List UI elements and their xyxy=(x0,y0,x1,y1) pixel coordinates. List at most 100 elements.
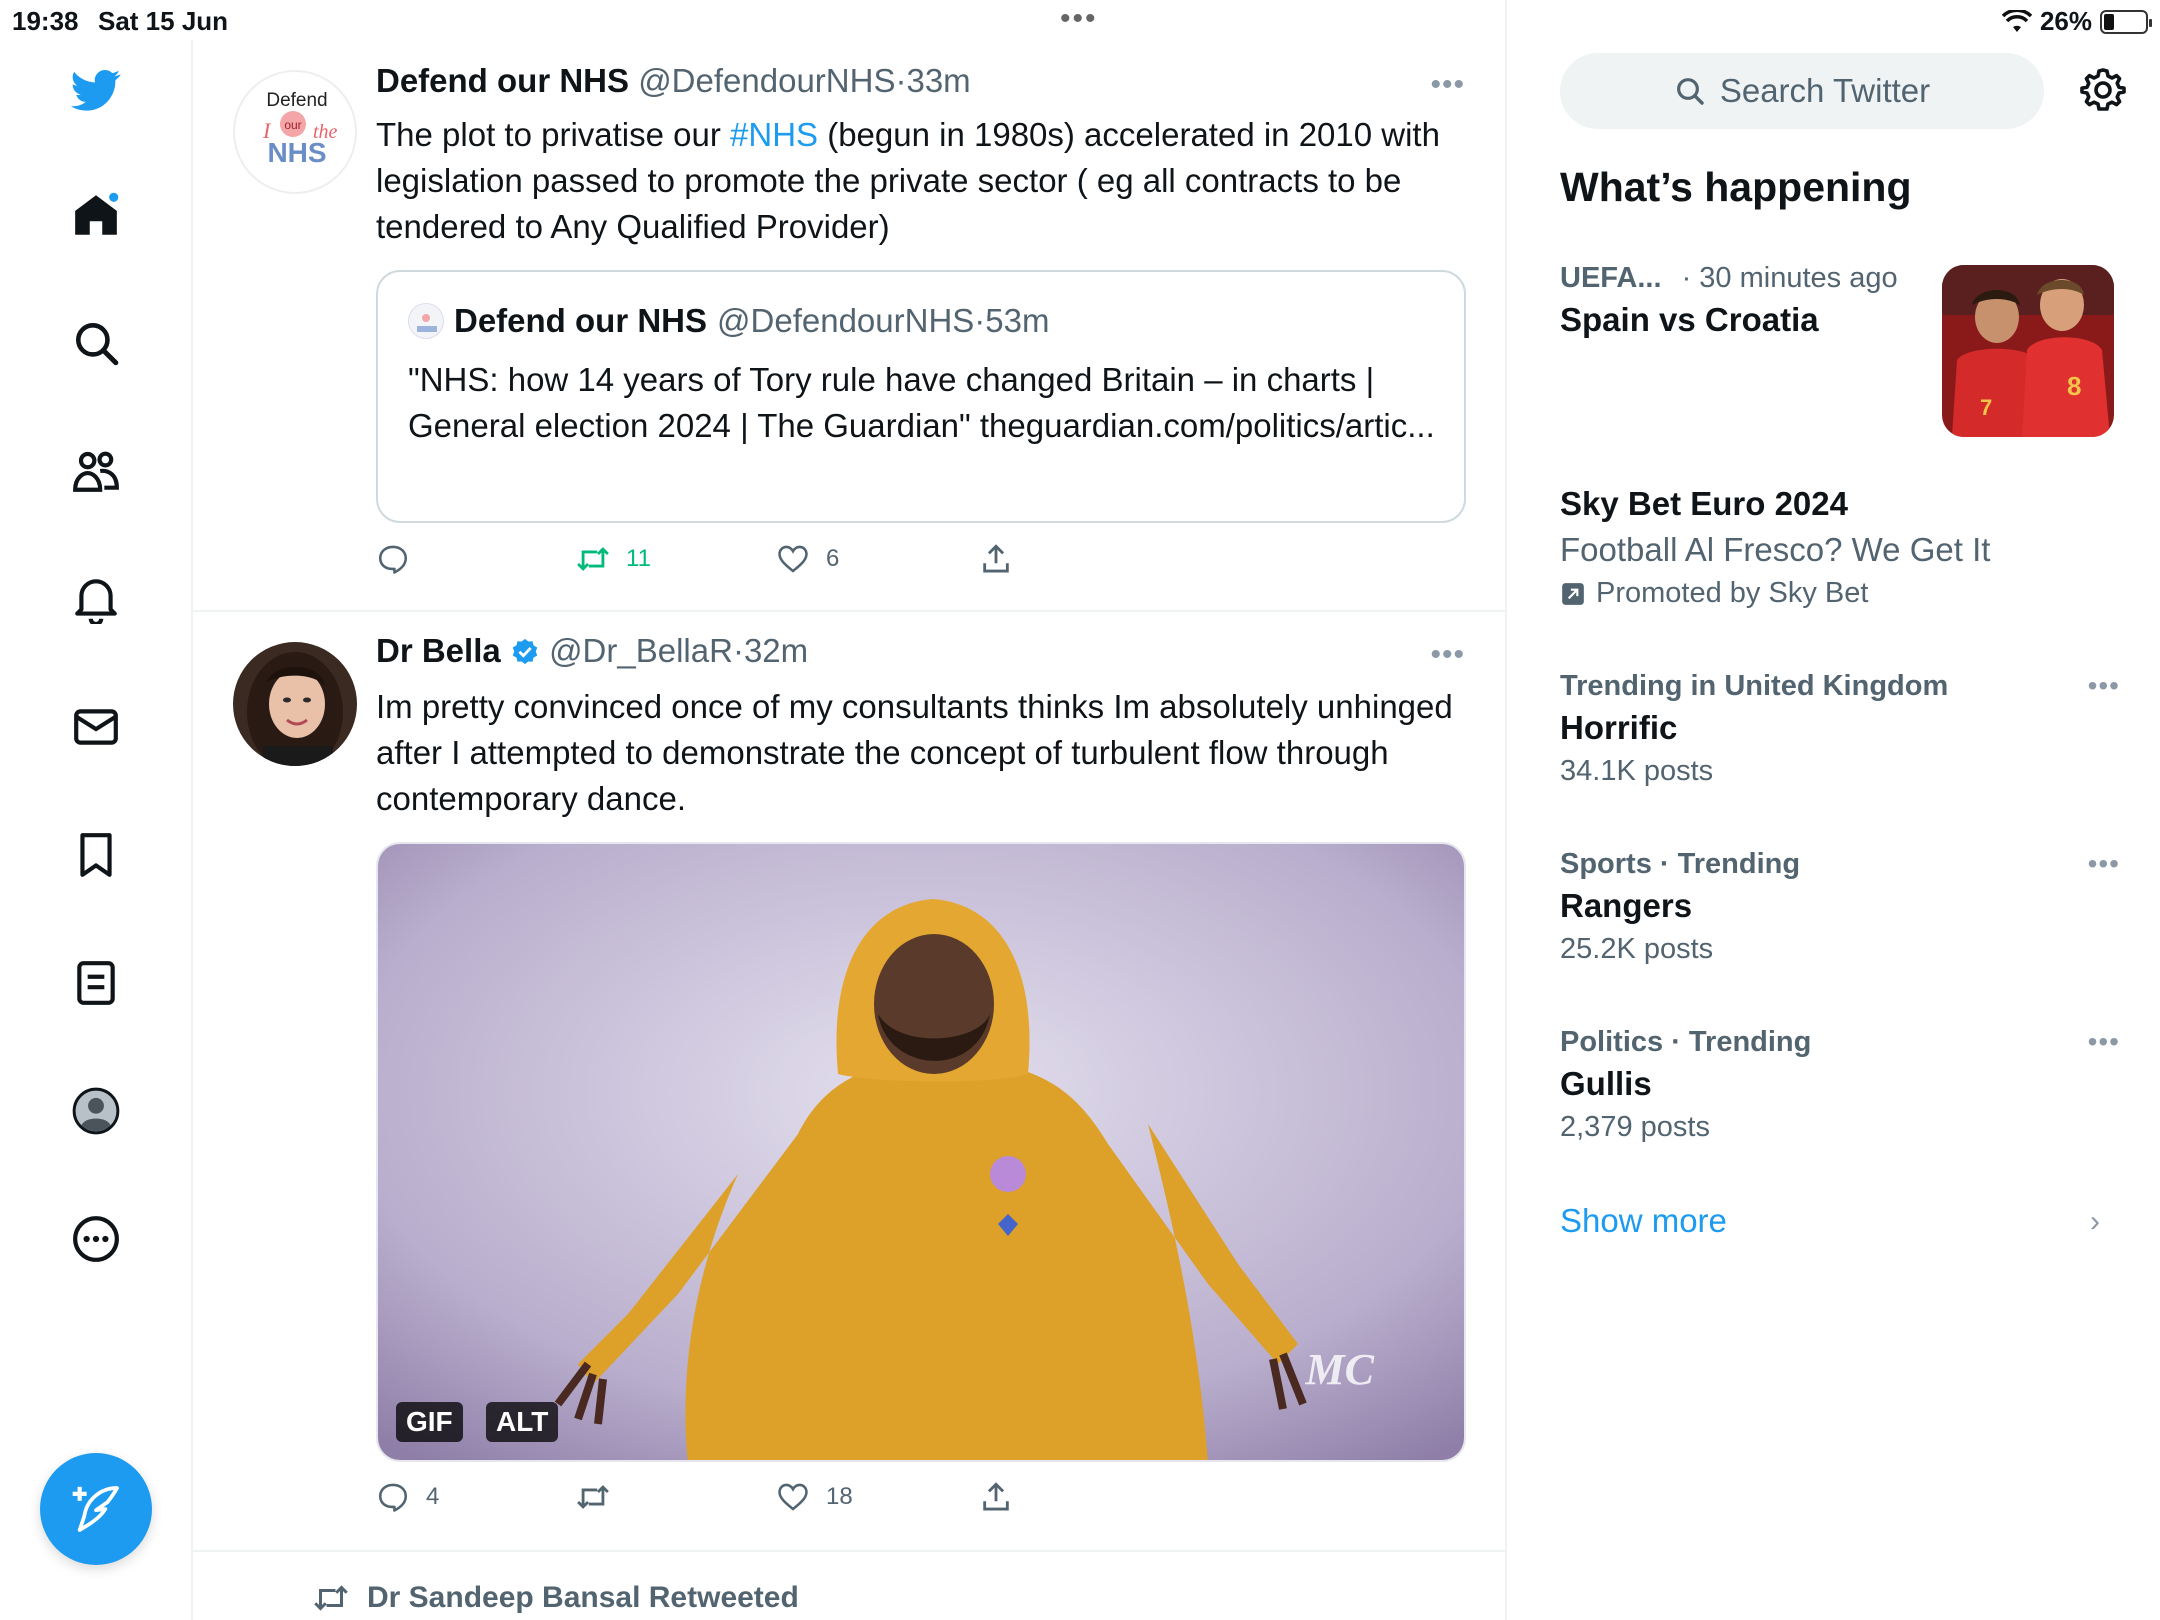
communities-icon[interactable] xyxy=(66,441,126,501)
trend-item[interactable]: Sports · Trending Rangers 25.2K posts ••… xyxy=(1560,848,2120,966)
svg-text:7: 7 xyxy=(1980,395,1992,420)
left-nav xyxy=(0,40,193,1620)
bookmarks-icon[interactable] xyxy=(66,825,126,885)
verified-badge-icon xyxy=(512,638,538,665)
profile-avatar-icon[interactable] xyxy=(66,1081,126,1141)
search-icon[interactable] xyxy=(66,313,126,373)
trend-item[interactable]: UEFA... · 30 minutes ago Spain vs Croati… xyxy=(1560,262,1940,339)
show-more-link[interactable]: Show more xyxy=(1560,1202,1727,1240)
header-separator: · xyxy=(732,632,744,669)
promoted-icon xyxy=(1562,582,1584,605)
svg-text:8: 8 xyxy=(2067,371,2081,401)
retweet-icon xyxy=(577,1485,609,1509)
retweet-icon xyxy=(314,1585,348,1611)
avatar-text-top: Defend xyxy=(266,90,327,111)
gif-badge: GIF xyxy=(396,1402,463,1442)
messages-envelope-icon[interactable] xyxy=(66,697,126,757)
like-button[interactable]: 6 xyxy=(776,542,839,576)
heart-icon xyxy=(778,545,808,573)
retweet-button[interactable]: 11 xyxy=(576,542,651,576)
tweet-actions: 11 6 xyxy=(376,542,1076,582)
lists-icon[interactable] xyxy=(66,953,126,1013)
reply-count: 4 xyxy=(426,1483,440,1510)
tweet-text: Im pretty convinced once of my consultan… xyxy=(376,688,1453,817)
trend-topic: Rangers xyxy=(1560,887,1693,924)
trend-more-icon[interactable]: ••• xyxy=(2088,848,2120,880)
tweet-more-icon[interactable]: ••• xyxy=(1430,638,1465,672)
share-icon xyxy=(983,1482,1009,1511)
like-count: 6 xyxy=(826,545,840,572)
share-icon xyxy=(983,544,1009,573)
trend-more-icon[interactable]: ••• xyxy=(2088,670,2120,702)
promoted-by: Promoted by Sky Bet xyxy=(1560,577,2120,610)
trend-meta: UEFA... · 30 minutes ago xyxy=(1560,262,1940,295)
tweet-more-icon[interactable]: ••• xyxy=(1430,68,1465,102)
quoted-header-separator: · xyxy=(974,302,986,339)
quoted-avatar xyxy=(408,303,444,339)
trend-meta: Politics · Trending xyxy=(1560,1026,1812,1058)
settings-gear-icon[interactable] xyxy=(2079,66,2127,114)
trend-item[interactable]: Politics · Trending Gullis 2,379 posts •… xyxy=(1560,1026,2120,1144)
reply-button[interactable]: 4 xyxy=(376,1480,439,1514)
gif-media[interactable]: MC GIF ALT xyxy=(376,842,1466,1462)
avatar[interactable] xyxy=(233,642,357,766)
retweet-count: 11 xyxy=(626,545,651,572)
trend-meta: Trending in United Kingdom xyxy=(1560,670,1949,702)
quoted-tweet-header: Defend our NHS @DefendourNHS·53m xyxy=(408,302,1050,340)
author-name[interactable]: Defend our NHS xyxy=(376,62,629,99)
gif-watermark: MC xyxy=(1305,1345,1374,1394)
tweet-text-start: The plot to privatise our xyxy=(376,116,731,153)
tweet-actions: 4 18 xyxy=(376,1480,1076,1520)
quoted-tweet-time: 53m xyxy=(985,302,1050,339)
trend-time: · 30 minutes ago xyxy=(1681,262,1898,294)
heart-icon xyxy=(778,1483,808,1511)
retweet-button[interactable] xyxy=(576,1480,626,1514)
promoted-trend[interactable]: Sky Bet Euro 2024 Football Al Fresco? We… xyxy=(1560,485,2120,610)
right-sidebar: Search Twitter What’s happening UEFA... … xyxy=(1509,0,2160,1620)
trend-more-icon[interactable]: ••• xyxy=(2088,1026,2120,1058)
retweeted-by-row[interactable]: Dr Sandeep Bansal Retweeted xyxy=(313,1580,799,1616)
tweet-time[interactable]: 33m xyxy=(906,62,970,99)
trend-topic: Sky Bet Euro 2024 xyxy=(1560,485,1848,522)
twitter-logo-icon[interactable] xyxy=(66,60,126,120)
tweet[interactable]: Defend our I the NHS Defend our NHS @Def… xyxy=(193,0,1505,612)
reply-icon xyxy=(378,1483,408,1512)
alt-text-badge[interactable]: ALT xyxy=(486,1402,559,1442)
trend-topic: Spain vs Croatia xyxy=(1560,301,1819,338)
quoted-tweet[interactable]: Defend our NHS @DefendourNHS·53m "NHS: h… xyxy=(376,270,1466,523)
hashtag-link[interactable]: #NHS xyxy=(730,116,818,153)
trend-topic: Horrific xyxy=(1560,709,1678,746)
home-icon[interactable] xyxy=(66,185,126,245)
trend-thumbnail[interactable]: 8 7 xyxy=(1942,265,2114,437)
share-button[interactable] xyxy=(979,542,1013,576)
whats-happening-title: What’s happening xyxy=(1560,164,1912,210)
tweet[interactable]: Dr Bella @Dr_BellaR·32m ••• Im pretty co… xyxy=(193,612,1505,1552)
like-button[interactable]: 18 xyxy=(776,1480,853,1514)
tweet-text: The plot to privatise our #NHS (begun in… xyxy=(376,112,1476,250)
search-input[interactable]: Search Twitter xyxy=(1560,53,2044,129)
avatar-text-middle: our xyxy=(284,118,301,132)
author-handle[interactable]: @Dr_BellaR xyxy=(549,632,733,669)
avatar[interactable]: Defend our I the NHS xyxy=(233,70,357,194)
compose-tweet-button[interactable] xyxy=(40,1453,152,1565)
trend-topic: Gullis xyxy=(1560,1065,1652,1102)
search-placeholder: Search Twitter xyxy=(1719,72,1931,109)
search-icon xyxy=(1676,78,1704,105)
tweet-header: Dr Bella @Dr_BellaR·32m xyxy=(376,632,808,670)
author-handle[interactable]: @DefendourNHS xyxy=(638,62,895,99)
more-options-icon[interactable] xyxy=(66,1209,126,1269)
reply-icon xyxy=(378,545,408,574)
reply-button[interactable] xyxy=(376,542,426,576)
author-name[interactable]: Dr Bella xyxy=(376,632,501,669)
trend-item[interactable]: Trending in United Kingdom Horrific 34.1… xyxy=(1560,670,2120,788)
like-count: 18 xyxy=(826,1483,853,1510)
retweeted-by-label: Dr Sandeep Bansal Retweeted xyxy=(367,1581,799,1614)
trend-post-count: 34.1K posts xyxy=(1560,755,1714,787)
tweet-time[interactable]: 32m xyxy=(744,632,808,669)
notifications-bell-icon[interactable] xyxy=(66,569,126,629)
header-separator: · xyxy=(895,62,907,99)
retweet-icon xyxy=(577,547,609,571)
quoted-tweet-text: "NHS: how 14 years of Tory rule have cha… xyxy=(408,361,1435,444)
share-button[interactable] xyxy=(979,1480,1013,1514)
promoted-tagline: Football Al Fresco? We Get It xyxy=(1560,531,1991,568)
